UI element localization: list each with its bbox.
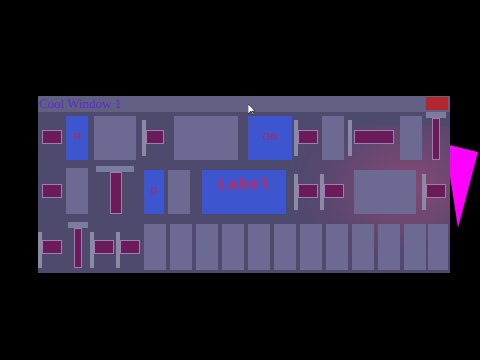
label-display: Label — [202, 170, 286, 214]
toggle-r1-4[interactable] — [354, 130, 394, 144]
grid-cell-5[interactable] — [248, 224, 270, 270]
panel-r1-2[interactable] — [174, 116, 238, 160]
grid-cell-3[interactable] — [196, 224, 218, 270]
toggle-r3-1[interactable] — [42, 240, 62, 254]
slider-track-r1-c[interactable] — [348, 120, 352, 156]
blue-button-r1-1[interactable]: M — [66, 116, 88, 160]
grid-cell-12[interactable] — [428, 224, 448, 270]
vertical-slider-r2[interactable] — [110, 172, 122, 214]
cool-window[interactable]: Cool Window 1 M ON D Label — [38, 96, 450, 273]
panel-r1-4[interactable] — [400, 116, 422, 160]
grid-cell-10[interactable] — [378, 224, 400, 270]
toggle-r2-3[interactable] — [324, 184, 344, 198]
panel-r2-1[interactable] — [66, 168, 88, 214]
toggle-r2-1[interactable] — [42, 184, 62, 198]
blue-button-r2-1[interactable]: D — [144, 170, 164, 214]
toggle-r2-2[interactable] — [298, 184, 318, 198]
toggle-r2-4[interactable] — [426, 184, 446, 198]
panel-r1-3[interactable] — [322, 116, 344, 160]
vertical-slider-r1[interactable] — [432, 118, 440, 160]
toggle-r3-3[interactable] — [120, 240, 140, 254]
grid-cell-4[interactable] — [222, 224, 244, 270]
grid-cell-2[interactable] — [170, 224, 192, 270]
grid-cell-7[interactable] — [300, 224, 322, 270]
toggle-r3-2[interactable] — [94, 240, 114, 254]
glyph-label: M — [72, 132, 82, 143]
cursor-arrow-icon — [248, 104, 256, 116]
glyph-label: D — [150, 186, 158, 197]
panel-r1-1[interactable] — [94, 116, 136, 160]
grid-cell-11[interactable] — [404, 224, 426, 270]
panel-r2-3[interactable] — [354, 170, 416, 214]
vertical-slider-r3[interactable] — [74, 228, 82, 268]
grid-cell-1[interactable] — [144, 224, 166, 270]
panel-r2-2[interactable] — [168, 170, 190, 214]
grid-cell-6[interactable] — [274, 224, 296, 270]
toggle-r1-1[interactable] — [42, 130, 62, 144]
grid-cell-9[interactable] — [352, 224, 374, 270]
toggle-r1-3[interactable] — [298, 130, 318, 144]
blue-button-r1-2[interactable]: ON — [248, 116, 292, 160]
close-button[interactable] — [426, 97, 448, 110]
glyph-label: ON — [262, 132, 278, 143]
window-title: Cool Window 1 — [39, 96, 122, 111]
grid-cell-8[interactable] — [326, 224, 348, 270]
toggle-r1-2[interactable] — [146, 130, 164, 144]
window-titlebar[interactable]: Cool Window 1 — [38, 96, 450, 112]
center-label: Label — [217, 176, 271, 194]
